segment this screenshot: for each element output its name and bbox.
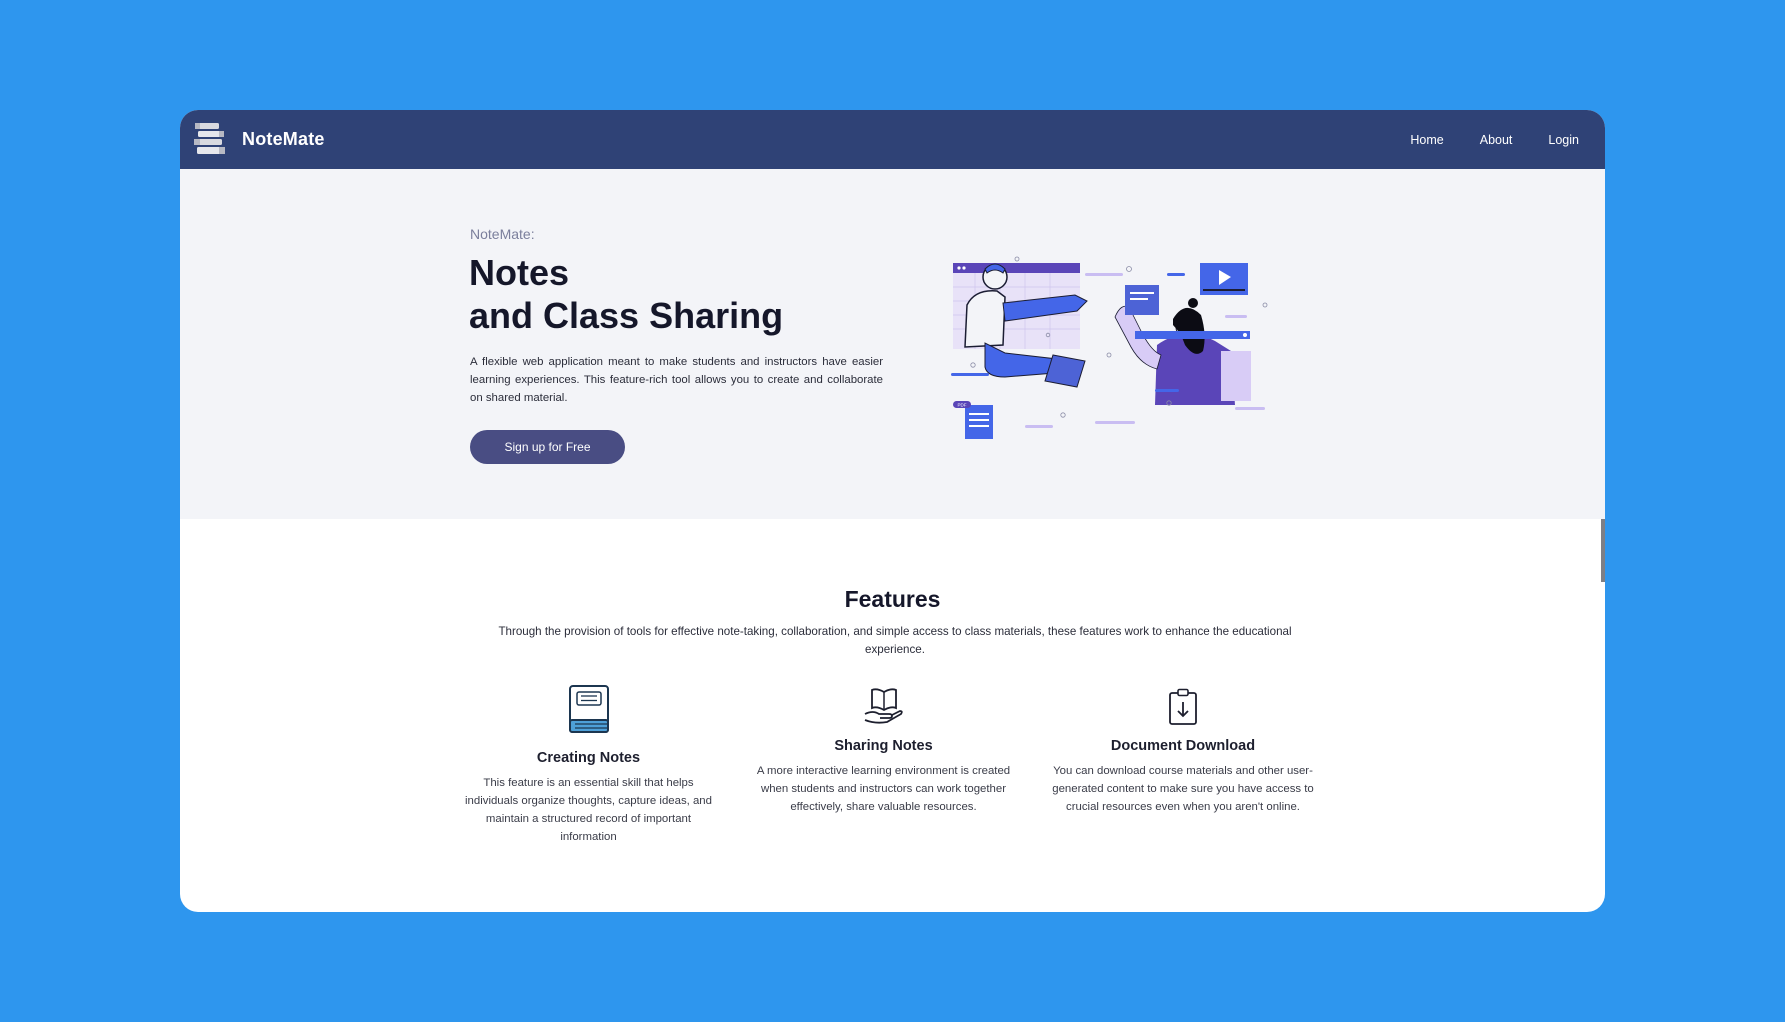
hero-title-line2: and Class Sharing [469, 295, 784, 336]
books-stack-icon [194, 122, 225, 154]
feature-card-document-download: Document Download You can download cours… [1048, 688, 1318, 816]
brand[interactable]: NoteMate [192, 121, 325, 159]
nav-about-link[interactable]: About [1480, 133, 1513, 147]
hero-section: NoteMate: Notes and Class Sharing A flex… [180, 169, 1605, 519]
nav-links: Home About Login [1374, 110, 1579, 169]
collaboration-illustration: PDF [951, 256, 1268, 439]
feature-card-sharing-notes: Sharing Notes A more interactive learnin… [751, 686, 1016, 816]
feature-description: A more interactive learning environment … [756, 765, 1011, 813]
features-title: Features [844, 586, 941, 612]
features-description: Through the provision of tools for effec… [498, 625, 1292, 656]
feature-title: Creating Notes [536, 750, 641, 766]
top-navbar: NoteMate Home About Login [180, 110, 1605, 169]
feature-title: Sharing Notes [834, 738, 933, 754]
signup-button[interactable]: Sign up for Free [470, 430, 625, 464]
nav-home-link[interactable]: Home [1410, 133, 1443, 147]
pdf-badge: PDF [958, 403, 967, 408]
hero-title-line1: Notes [469, 252, 570, 293]
hero-title: Notes and Class Sharing [469, 251, 783, 337]
feature-description: You can download course materials and ot… [1052, 765, 1314, 813]
feature-description: This feature is an essential skill that … [465, 777, 712, 843]
hero-description: A flexible web application meant to make… [470, 356, 883, 404]
hero-eyebrow: NoteMate: [470, 226, 535, 242]
clipboard-download-icon [1169, 688, 1197, 725]
app-window: NoteMate Home About Login NoteMate: Note… [180, 110, 1605, 912]
brand-name: NoteMate [242, 129, 325, 149]
feature-title: Document Download [1110, 738, 1256, 754]
notebook-icon [568, 685, 609, 733]
hand-book-icon [864, 688, 903, 724]
nav-login-link[interactable]: Login [1548, 133, 1579, 147]
feature-card-creating-notes: Creating Notes This feature is an essent… [460, 684, 717, 846]
